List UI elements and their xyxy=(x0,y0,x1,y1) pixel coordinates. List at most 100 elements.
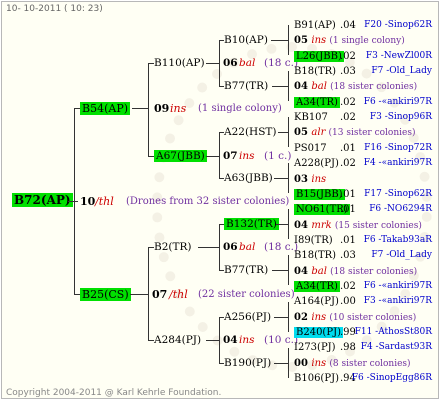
gen4-value: .01 xyxy=(340,204,356,216)
connector-line xyxy=(219,40,220,86)
connector-line xyxy=(272,86,288,87)
gen2-note: (10 c.) xyxy=(264,334,299,346)
gen4-mid-row: 04 mrk (15 sister colonies) xyxy=(294,219,422,231)
gen4-node[interactable]: A34(TR) xyxy=(294,96,340,109)
gen4-node[interactable]: I89(TR) xyxy=(294,234,333,247)
gen4-source[interactable]: F6 -NO6294R xyxy=(369,203,432,216)
gen2-year: 06 xyxy=(223,241,238,253)
gen4-source[interactable]: F6 -«ankiri97R xyxy=(364,280,432,293)
gen2-node[interactable]: B110(AP) xyxy=(154,57,205,70)
gen3-node[interactable]: A256(PJ) xyxy=(224,311,271,324)
gen4-value: .03 xyxy=(340,66,356,78)
gen3-node[interactable]: A22(HST) xyxy=(224,126,277,139)
gen4-source[interactable]: F20 -Sinop62R xyxy=(364,19,432,32)
connector-line xyxy=(274,178,288,179)
gen4-source[interactable]: F6 -SinopEgg86R xyxy=(352,372,432,385)
gen4-source[interactable]: F3 -«ankiri97R xyxy=(364,295,432,308)
gen2-mark: bal xyxy=(239,57,256,69)
connector-line xyxy=(288,117,289,147)
gen3-node[interactable]: B77(TR) xyxy=(224,80,268,93)
connector-line xyxy=(219,317,220,363)
gen4-value: .03 xyxy=(340,250,356,262)
gen4-source[interactable]: F4 -«ankiri97R xyxy=(364,157,432,170)
connector-line xyxy=(219,224,220,270)
gen4-node[interactable]: I273(PJ) xyxy=(294,341,336,354)
gen4-source[interactable]: F6 -«ankiri97R xyxy=(364,96,432,109)
gen2-node[interactable]: A67(JBB) xyxy=(154,150,207,163)
gen4-value: .01 xyxy=(340,234,356,246)
gen4-mid-row: 00 ins (8 sister colonies) xyxy=(294,357,411,369)
gen4-source[interactable]: F3 -Sinop96R xyxy=(370,111,432,124)
gen4-node[interactable]: B240(PJ) xyxy=(294,326,343,339)
pedigree-chart: 10- 10-2011 ( 10: 23) B72(AP) 10 /thl (D… xyxy=(1,1,439,399)
gen3-node[interactable]: B190(PJ) xyxy=(224,357,271,370)
gen2-note: (18 c.) xyxy=(264,241,299,253)
gen1-note: (22 sister colonies) xyxy=(198,289,295,300)
gen4-source[interactable]: F7 -Old_Lady xyxy=(371,249,432,262)
gen4-node[interactable]: A228(PJ) xyxy=(294,157,339,170)
gen4-source[interactable]: F6 -Takab93aR xyxy=(364,234,432,247)
gen1-node[interactable]: B25(CS) xyxy=(80,288,131,301)
connector-line xyxy=(288,25,289,55)
gen3-node[interactable]: A63(JBB) xyxy=(224,172,273,185)
gen1-year: 09 xyxy=(154,102,170,115)
gen4-mid-row: 05 alr (13 sister colonies) xyxy=(294,127,416,139)
gen2-mark: ins xyxy=(239,150,255,162)
gen4-source[interactable]: F7 -Old_Lady xyxy=(371,65,432,78)
gen3-node[interactable]: B10(AP) xyxy=(224,34,268,47)
gen4-mid-row: 03 ins xyxy=(294,173,327,185)
connector-line xyxy=(219,132,220,178)
gen4-node[interactable]: B18(TR) xyxy=(294,249,336,262)
gen2-year: 07 xyxy=(223,150,238,162)
gen4-value: .04 xyxy=(340,20,356,31)
root-node[interactable]: B72(AP) xyxy=(12,193,73,207)
gen4-mid-row: 04 bal (18 sister colonies) xyxy=(294,265,418,277)
gen4-source[interactable]: F16 -Sinop72R xyxy=(364,142,432,155)
header-timestamp: 10- 10-2011 ( 10: 23) xyxy=(6,4,103,14)
root-note: (Drones from 32 sister colonies) xyxy=(126,196,290,207)
gen4-value: .01 xyxy=(340,188,356,200)
gen4-mid-row: 02 ins (10 sister colonies) xyxy=(294,311,417,323)
gen2-node[interactable]: A284(PJ) xyxy=(154,334,201,347)
connector-line xyxy=(271,40,288,41)
connector-line xyxy=(278,132,288,133)
gen4-node[interactable]: A164(PJ) xyxy=(294,295,339,308)
gen2-node[interactable]: B2(TR) xyxy=(154,241,192,254)
gen4-node[interactable]: B15(JBB) xyxy=(294,188,345,201)
gen4-source[interactable]: F11 -AthosSt80R xyxy=(355,326,432,339)
connector-line xyxy=(288,348,289,378)
gen4-value: .01 xyxy=(340,142,356,154)
connector-line xyxy=(288,71,289,101)
gen4-value: .02 xyxy=(340,112,356,124)
gen4-mid-row: 04 bal (18 sister colonies) xyxy=(294,81,418,93)
gen4-source[interactable]: F3 -NewZl00R xyxy=(366,50,432,63)
gen2-year: 06 xyxy=(223,57,238,69)
connector-line xyxy=(274,363,288,364)
gen1-mark: /thl xyxy=(169,288,188,301)
gen4-node[interactable]: B106(PJ) xyxy=(294,372,339,385)
root-mark: /thl xyxy=(95,195,114,208)
gen4-node[interactable]: A34(TR) xyxy=(294,280,340,293)
gen4-value: .02 xyxy=(340,280,356,292)
connector-line xyxy=(288,163,289,193)
gen4-value: .00 xyxy=(340,296,356,308)
gen4-source[interactable]: F4 -Sardast93R xyxy=(361,341,432,354)
gen4-node[interactable]: L26(JBB) xyxy=(294,50,344,63)
footer-copyright: Copyright 2004-2011 @ Karl Kehrle Founda… xyxy=(6,388,222,398)
connector-line xyxy=(206,63,219,64)
gen4-node[interactable]: B18(TR) xyxy=(294,65,336,78)
connector-line xyxy=(206,340,219,341)
connector-line xyxy=(148,247,149,340)
gen4-node[interactable]: KB107 xyxy=(294,111,328,124)
gen3-node[interactable]: B132(TR) xyxy=(224,218,279,231)
gen4-value: .99 xyxy=(340,327,356,338)
gen1-node[interactable]: B54(AP) xyxy=(80,102,131,115)
gen4-mid-row: 05 ins (1 single colony) xyxy=(294,35,405,47)
gen3-node[interactable]: B77(TR) xyxy=(224,264,268,277)
gen4-source[interactable]: F17 -Sinop62R xyxy=(364,188,432,201)
gen4-value: .02 xyxy=(340,50,356,62)
connector-line xyxy=(288,302,289,332)
gen2-year: 04 xyxy=(223,334,238,346)
gen4-node[interactable]: B91(AP) xyxy=(294,19,336,32)
gen4-node[interactable]: PS017 xyxy=(294,142,327,155)
